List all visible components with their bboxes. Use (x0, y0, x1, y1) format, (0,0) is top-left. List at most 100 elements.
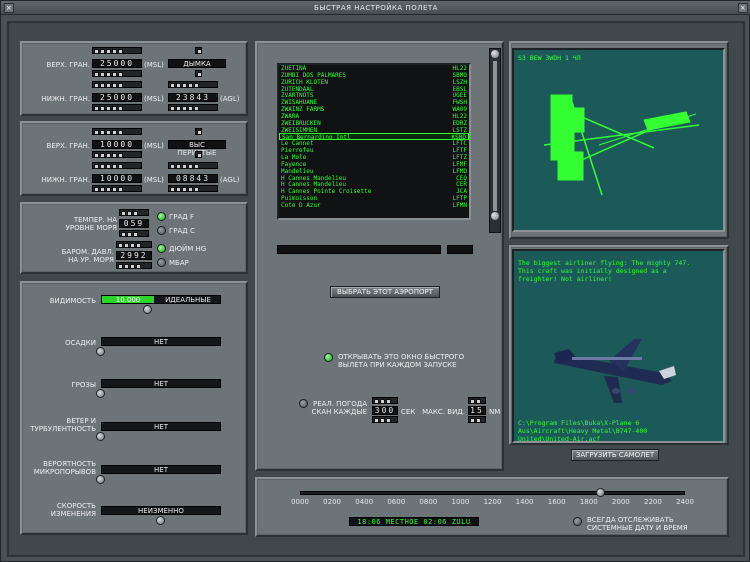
airport-list-item[interactable]: ZUETINA HL22 (279, 65, 469, 72)
airport-list-scrollbar[interactable] (489, 48, 501, 233)
airport-list-item[interactable]: H Cannes Pointe Croisette JCA (279, 188, 469, 195)
pressure-value[interactable]: 2992 (116, 251, 152, 260)
airport-list-item[interactable]: ZWARA HL22 (279, 113, 469, 120)
cloud-layer-1-panel: ВЕРХ. ГРАН. 25000 (MSL) ДЫМКА НИЖН. ГРАН… (20, 41, 248, 116)
agl-value: 23843 (168, 93, 218, 102)
airport-name: ZWARA (281, 112, 300, 120)
bottom-altitude-value[interactable]: 25000 (92, 93, 142, 102)
airport-name: H Cannes Mandelieu (281, 174, 347, 182)
airport-list-item[interactable]: La Mole LFTZ (279, 154, 469, 161)
airport-list-item[interactable]: Pierrefeu LFTF (279, 147, 469, 154)
max-visibility-spinner-up[interactable] (468, 397, 486, 404)
cloud-type-spinner-up[interactable] (195, 128, 202, 135)
change-rate-label: СКОРОСТЬ ИЗМЕНЕНИЯ (50, 502, 96, 518)
airport-list-item[interactable]: Le Cannet LFTC (279, 140, 469, 147)
airport-list-item[interactable]: Puimoisson LFTP (279, 195, 469, 202)
scroll-up-icon[interactable] (491, 50, 499, 58)
airport-list[interactable]: ZUETINA HL22 ZUMBI DOS PALMARES SBMO ZURICH … (277, 63, 471, 220)
visibility-slider[interactable]: 10.000 ИДЕАЛЬНЫЕ (101, 295, 221, 304)
pressure-spinner-down[interactable] (116, 262, 152, 269)
max-visibility-value[interactable]: 15 (468, 406, 486, 415)
change-rate-slider[interactable]: НЕИЗМЕННО (101, 506, 221, 515)
microburst-slider-knob[interactable] (96, 475, 105, 484)
agl-spinner-down[interactable] (168, 104, 218, 111)
precipitation-slider[interactable]: НЕТ (101, 337, 221, 346)
precipitation-slider-knob[interactable] (96, 347, 105, 356)
microburst-slider[interactable]: НЕТ (101, 465, 221, 474)
mbar-radio[interactable] (157, 258, 166, 267)
temperature-value[interactable]: 059 (119, 219, 149, 228)
open-on-start-radio[interactable] (324, 353, 333, 362)
airport-list-item[interactable]: ZVARTNOTS UGEE (279, 92, 469, 99)
airport-list-item[interactable]: ZUMBI DOS PALMARES SBMO (279, 72, 469, 79)
temperature-spinner-up[interactable] (119, 209, 149, 216)
scan-interval-spinner-up[interactable] (372, 397, 398, 404)
storms-slider-knob[interactable] (96, 389, 105, 398)
fahrenheit-radio[interactable] (157, 212, 166, 221)
cloud-type-spinner-down[interactable] (195, 151, 202, 158)
top-altitude-spinner-down[interactable] (92, 151, 142, 158)
inhg-radio[interactable] (157, 244, 166, 253)
bottom-altitude-spinner-down[interactable] (92, 185, 142, 192)
bottom-altitude-spinner-up[interactable] (92, 162, 142, 169)
time-tick-label: 1400 (515, 498, 534, 506)
agl-spinner-up[interactable] (168, 81, 218, 88)
airport-list-item[interactable]: ZWISAHUANE FWSH (279, 99, 469, 106)
cloud-type-spinner-down[interactable] (195, 70, 202, 77)
airport-list-item[interactable]: San Bernardino Intl KSBD (279, 133, 469, 141)
time-tick-label: 0400 (355, 498, 374, 506)
celsius-radio[interactable] (157, 226, 166, 235)
top-altitude-spinner-up[interactable] (92, 128, 142, 135)
runway-map-screen[interactable]: S3 BEW 3WDH 1 ЧЛ (512, 48, 725, 232)
scan-interval-value[interactable]: 300 (372, 406, 398, 415)
airport-list-item[interactable]: ZURICH KLOTEN LSZH (279, 79, 469, 86)
bottom-altitude-value[interactable]: 10000 (92, 174, 142, 183)
airport-list-item[interactable]: ZWEIBRUCKEN EDRZ (279, 120, 469, 127)
temperature-spinner-down[interactable] (119, 230, 149, 237)
change-rate-slider-knob[interactable] (156, 516, 165, 525)
wind-slider[interactable]: НЕТ (101, 422, 221, 431)
track-system-time-radio[interactable] (573, 517, 582, 526)
select-airport-button[interactable]: ВЫБРАТЬ ЭТОТ АЭРОПОРТ (330, 286, 440, 298)
time-tick-label: 1800 (579, 498, 598, 506)
storms-slider[interactable]: НЕТ (101, 379, 221, 388)
time-slider-knob[interactable] (595, 488, 605, 497)
pressure-label: БАРОМ. ДАВЛ. НА УР. МОРЯ (61, 248, 114, 264)
top-altitude-spinner-up[interactable] (92, 47, 142, 54)
airport-list-item[interactable]: ZWEISIMMEN LSTZ (279, 127, 469, 134)
temperature-label: ТЕМПЕР. НА УРОВНЕ МОРЯ (65, 216, 117, 232)
load-aircraft-button[interactable]: ЗАГРУЗИТЬ САМОЛЕТ (571, 449, 659, 461)
airport-name: Pierrefeu (281, 147, 314, 154)
airport-list-item[interactable]: Cote D Azur LFMN (279, 202, 469, 209)
max-visibility-spinner-down[interactable] (468, 416, 486, 423)
cloud-type-spinner-up[interactable] (195, 47, 202, 54)
top-altitude-value[interactable]: 25000 (92, 59, 142, 68)
pressure-spinner-up[interactable] (116, 241, 152, 248)
scroll-down-icon[interactable] (491, 212, 499, 220)
cloud-type-value[interactable]: ВЫС ПЕРИСТЫЕ (168, 140, 226, 157)
close-icon[interactable]: × (4, 3, 14, 13)
scroll-track[interactable] (493, 61, 497, 211)
airport-list-item[interactable]: ZUTENDAAL EBSL (279, 86, 469, 93)
airport-list-item[interactable]: Fayence LFMF (279, 161, 469, 168)
precipitation-value: НЕТ (154, 338, 168, 346)
close-icon[interactable]: × (738, 3, 748, 13)
top-altitude-spinner-down[interactable] (92, 70, 142, 77)
time-slider-track[interactable] (300, 491, 685, 495)
visibility-slider-knob[interactable] (143, 305, 152, 314)
airport-list-item[interactable]: ZWAINZ FARMS WA09 (279, 106, 469, 113)
bottom-altitude-label: НИЖН. ГРАН. (41, 95, 90, 103)
bottom-altitude-spinner-up[interactable] (92, 81, 142, 88)
cloud-type-value[interactable]: ДЫМКА (168, 59, 226, 68)
airport-list-item[interactable]: H Cannes Mandelieu CER (279, 181, 469, 188)
scan-interval-spinner-down[interactable] (372, 416, 398, 423)
wind-slider-knob[interactable] (96, 432, 105, 441)
bottom-altitude-spinner-down[interactable] (92, 104, 142, 111)
agl-spinner-down[interactable] (168, 185, 218, 192)
top-altitude-value[interactable]: 10000 (92, 140, 142, 149)
title-bar[interactable]: БЫСТРАЯ НАСТРОЙКА ПОЛЕТА × × (1, 1, 750, 15)
airport-search-input[interactable] (277, 245, 441, 254)
airport-list-item[interactable]: H Cannes Mandelieu CEQ (279, 175, 469, 182)
airport-list-item[interactable]: Mandelieu LFMD (279, 168, 469, 175)
agl-spinner-up[interactable] (168, 162, 218, 169)
